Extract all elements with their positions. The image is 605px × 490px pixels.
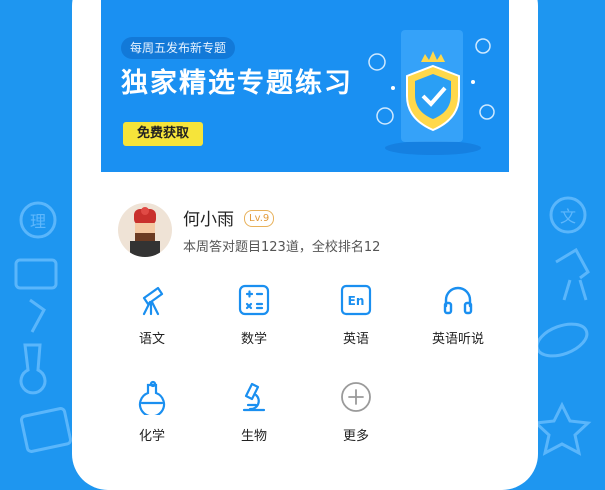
weekly-stats: 本周答对题目123道，全校排名12 [183, 240, 381, 255]
subject-label: 英语听说 [431, 332, 484, 347]
subject-chinese[interactable]: 语文 [101, 282, 203, 372]
headphones-icon [443, 286, 473, 315]
watermark-text: 蜿豆荚 [442, 397, 520, 427]
subject-english[interactable]: En 英语 [305, 282, 407, 372]
subject-math[interactable]: 数学 [203, 282, 305, 372]
subject-english-listening[interactable]: 英语听说 [407, 282, 509, 372]
banner-headline: 独家精选专题练习 [121, 68, 353, 99]
svg-text:En: En [348, 294, 365, 308]
promo-banner[interactable]: 每周五发布新专题 独家精选专题练习 免费获取 [101, 0, 509, 172]
subject-label: 数学 [240, 332, 267, 347]
banner-tag: 每周五发布新专题 [121, 37, 236, 59]
avatar[interactable] [118, 203, 172, 257]
shield-check-illustration [368, 30, 495, 155]
watermark-logo: 蜿豆荚 [398, 387, 520, 432]
bg-char-wen: 文 [560, 207, 576, 226]
avatar-figure-icon [130, 207, 160, 257]
bg-char-li: 理 [30, 212, 46, 231]
subject-label: 生物 [240, 429, 267, 444]
flask-icon [138, 380, 166, 415]
free-get-button[interactable]: 免费获取 [123, 122, 203, 146]
level-badge: Lv.9 [244, 210, 275, 227]
subject-biology[interactable]: 生物 [203, 379, 305, 461]
user-name: 何小雨 [183, 210, 234, 230]
telescope-icon [142, 286, 164, 316]
en-icon: En [340, 284, 372, 316]
subject-label: 语文 [138, 332, 165, 347]
calculator-icon [238, 284, 270, 316]
subject-label: 英语 [342, 332, 369, 347]
user-profile[interactable]: 何小雨 Lv.9 本周答对题目123道，全校排名12 [101, 198, 509, 268]
microscope-icon [242, 382, 266, 412]
subject-chemistry[interactable]: 化学 [101, 379, 203, 461]
plus-circle-icon [341, 382, 371, 412]
subject-label: 化学 [138, 429, 165, 444]
